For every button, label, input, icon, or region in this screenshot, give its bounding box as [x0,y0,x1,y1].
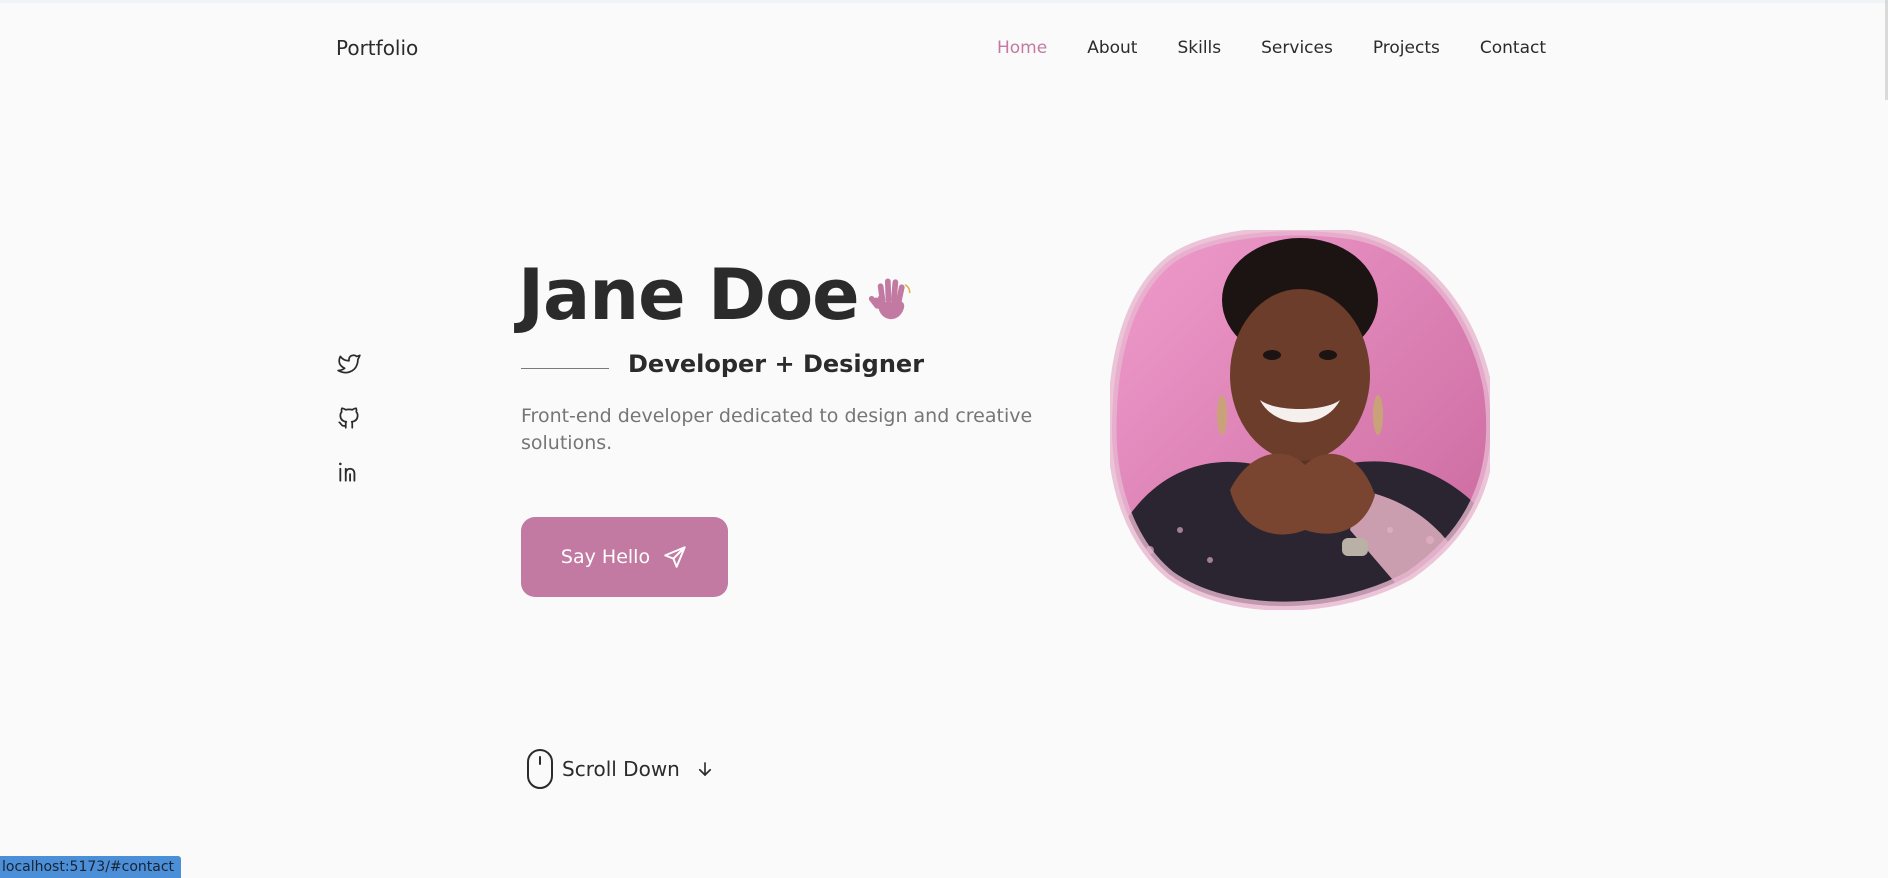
nav-contact[interactable]: Contact [1480,38,1546,58]
nav-skills[interactable]: Skills [1177,38,1221,58]
arrow-down-icon [698,762,711,776]
mouse-icon [527,749,553,789]
subtitle-divider [521,368,609,369]
nav-services[interactable]: Services [1261,38,1333,58]
say-hello-button[interactable]: Say Hello [521,517,728,597]
github-icon[interactable] [336,405,362,431]
nav-home[interactable]: Home [997,38,1047,58]
hero-name-text: Jane Doe [518,254,860,336]
page: Portfolio Home About Skills Services Pro… [0,0,1888,878]
send-icon [664,546,686,568]
hero-description: Front-end developer dedicated to design … [521,405,1033,454]
scroll-down-label: Scroll Down [562,757,680,781]
say-hello-label: Say Hello [560,546,651,568]
status-bar-url: localhost:5173/#contact [0,856,182,878]
twitter-icon[interactable] [336,351,362,377]
waving-hand-icon [868,278,911,320]
nav-about[interactable]: About [1087,38,1137,58]
logo[interactable]: Portfolio [336,36,418,60]
main-nav: Home About Skills Services Projects Cont… [997,38,1546,58]
top-strip [0,0,1888,3]
nav-projects[interactable]: Projects [1373,38,1440,58]
hero-name: Jane Doe [518,254,917,336]
linkedin-icon[interactable] [336,459,362,485]
profile-photo [1110,230,1490,610]
scroll-down-link[interactable]: Scroll Down [526,748,714,790]
hero-subtitle: Developer + Designer [628,350,925,378]
